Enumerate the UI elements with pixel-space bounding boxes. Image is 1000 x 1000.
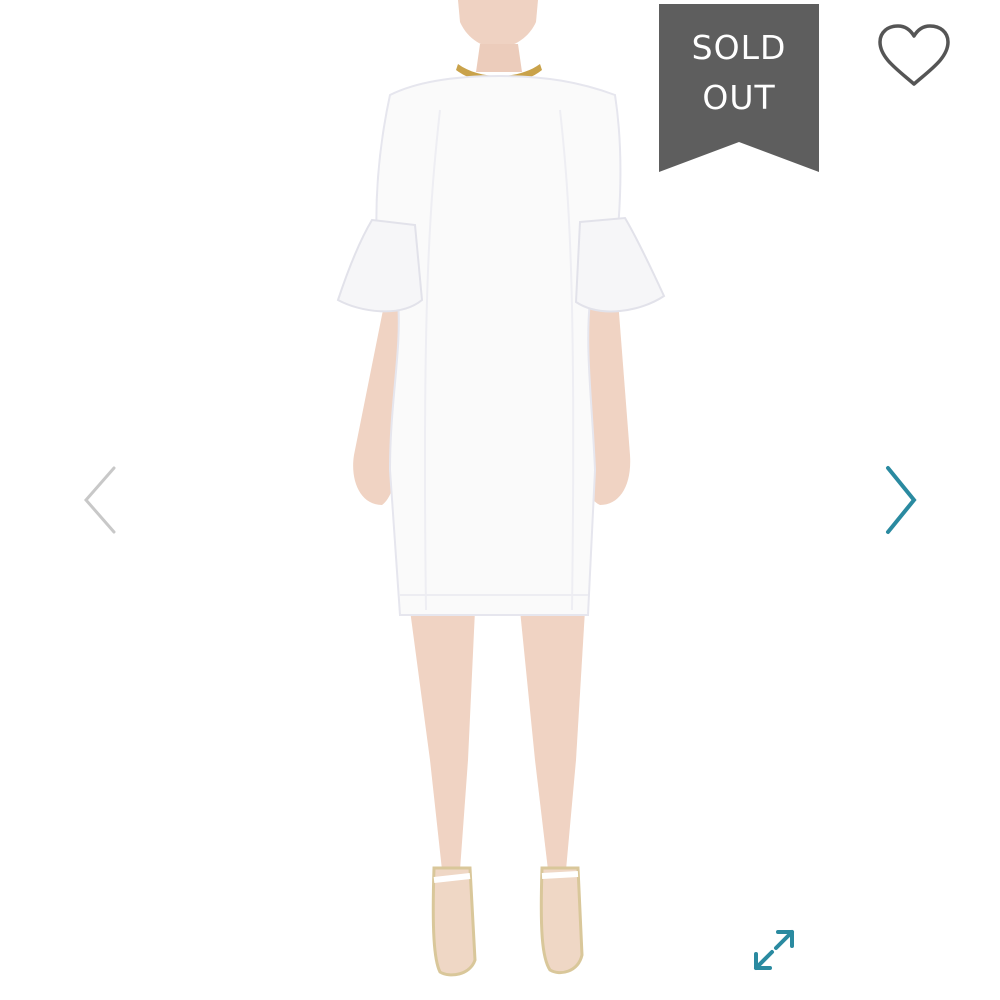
sold-out-badge-line1: SOLD — [691, 28, 787, 67]
expand-arrows-icon[interactable] — [750, 926, 798, 974]
sold-out-badge-line2: OUT — [702, 78, 776, 117]
chevron-right-icon[interactable] — [880, 460, 926, 540]
product-gallery: SOLD OUT — [0, 0, 1000, 1000]
sold-out-badge: SOLD OUT — [659, 4, 819, 172]
chevron-left-icon[interactable] — [78, 460, 124, 540]
product-photo — [336, 0, 666, 977]
heart-outline-icon[interactable] — [876, 24, 952, 90]
